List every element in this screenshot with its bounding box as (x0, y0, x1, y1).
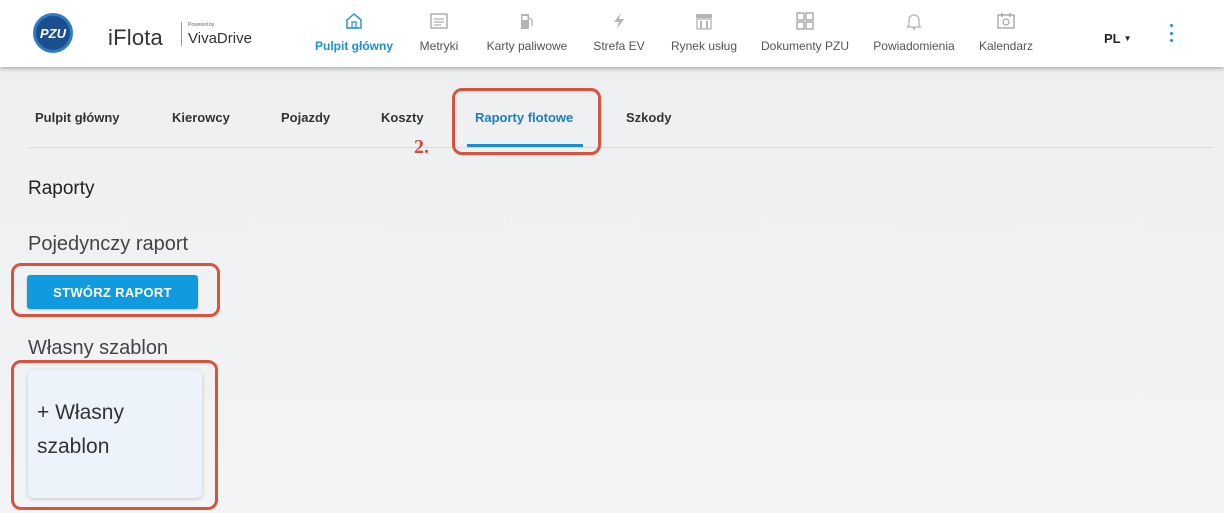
section-title: Raporty (28, 178, 95, 199)
nav-item-strefa-ev[interactable]: Strefa EV (589, 0, 649, 67)
annotation-highlight-template (11, 360, 218, 510)
annotation-highlight-create-report (11, 263, 220, 317)
partner-logo: VivaDrive (188, 30, 252, 47)
powered-by-label: Powered by (188, 22, 215, 28)
nav-label: Kalendarz (978, 39, 1034, 53)
nav-item-karty-paliwowe[interactable]: Karty paliwowe (481, 0, 573, 67)
pzu-logo[interactable]: PZU (33, 13, 73, 53)
nav-item-dokumenty-pzu[interactable]: Dokumenty PZU (757, 0, 853, 67)
language-selector[interactable]: PL ▼ (1104, 31, 1132, 46)
nav-label: Strefa EV (593, 39, 645, 53)
metrics-icon (430, 12, 448, 30)
nav-item-kalendarz[interactable]: Kalendarz (973, 0, 1039, 67)
nav-item-rynek-uslug[interactable]: Rynek usług (666, 0, 742, 67)
bell-icon (906, 12, 922, 30)
home-icon (345, 12, 363, 30)
tab-pulpit-glowny[interactable]: Pulpit główny (35, 110, 120, 125)
tab-kierowcy[interactable]: Kierowcy (172, 110, 230, 125)
nav-label: Powiadomienia (873, 39, 955, 53)
logo-text: PZU (40, 25, 66, 41)
tab-szkody[interactable]: Szkody (626, 110, 672, 125)
top-navigation-bar: PZU iFlota Powered by VivaDrive Pulpit g… (0, 0, 1224, 67)
nav-item-metryki[interactable]: Metryki (415, 0, 463, 67)
tab-pojazdy[interactable]: Pojazdy (281, 110, 330, 125)
nav-label: Pulpit główny (315, 39, 393, 53)
nav-item-powiadomienia[interactable]: Powiadomienia (869, 0, 959, 67)
tabs-divider (28, 147, 1213, 148)
fuel-pump-icon (519, 12, 535, 30)
lightning-icon (612, 12, 626, 30)
nav-label: Dokumenty PZU (760, 39, 850, 53)
nav-label: Rynek usług (670, 39, 738, 53)
nav-item-pulpit-glowny[interactable]: Pulpit główny (305, 0, 403, 67)
calendar-icon (997, 12, 1015, 30)
language-code: PL (1104, 31, 1121, 46)
store-icon (695, 12, 713, 30)
annotation-number-2: 2. (414, 136, 429, 158)
tab-koszty[interactable]: Koszty (381, 110, 424, 125)
nav-label: Karty paliwowe (486, 39, 568, 53)
caret-down-icon: ▼ (1123, 34, 1132, 43)
annotation-highlight-2 (452, 88, 601, 155)
nav-label: Metryki (419, 39, 459, 53)
single-report-heading: Pojedynczy raport (28, 233, 189, 255)
documents-grid-icon (796, 12, 814, 30)
app-name: iFlota (108, 25, 163, 50)
custom-template-heading: Własny szablon (28, 337, 169, 359)
kebab-menu-icon[interactable] (1162, 24, 1180, 42)
brand-divider (181, 22, 182, 46)
